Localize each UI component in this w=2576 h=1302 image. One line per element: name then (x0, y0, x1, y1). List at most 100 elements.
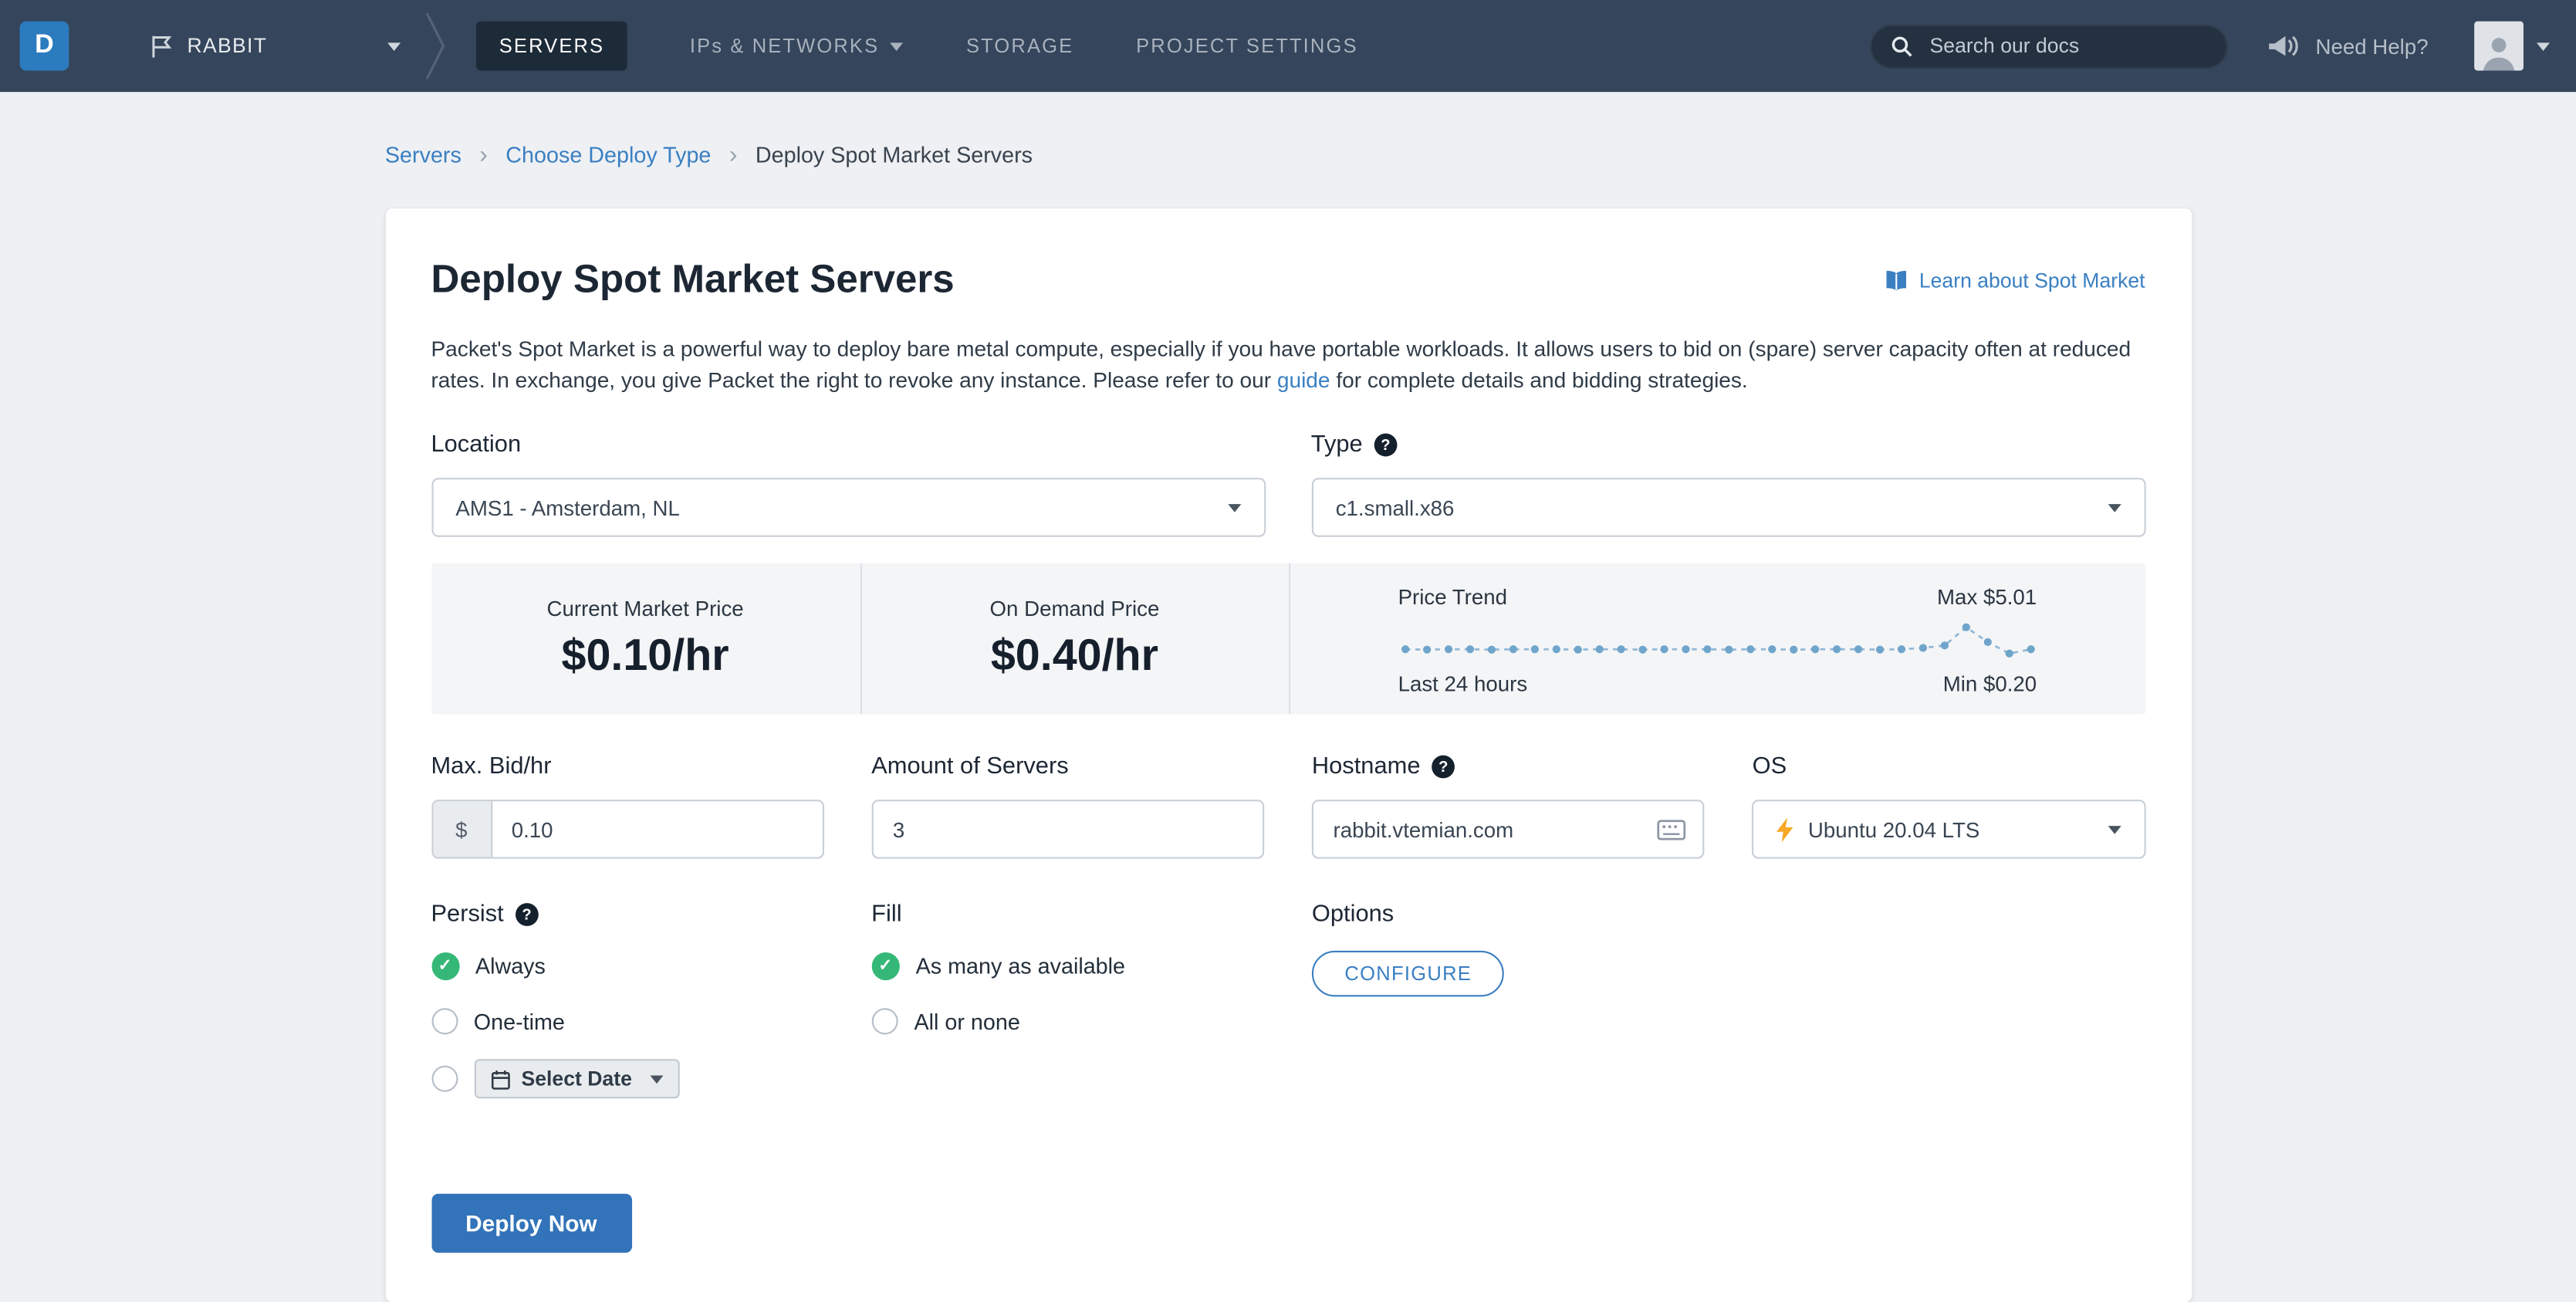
persist-option-date[interactable]: Select Date (431, 1059, 823, 1099)
need-help-label: Need Help? (2315, 33, 2429, 59)
max-bid-field: Max. Bid/hr $ (431, 754, 824, 859)
os-select[interactable]: Ubuntu 20.04 LTS (1752, 800, 2145, 859)
radio-icon (431, 1008, 458, 1035)
page: D RABBIT SERVERS IPs & NETWORKS STORAGE (0, 0, 2576, 1302)
nav-item-label: IPs & NETWORKS (689, 34, 880, 58)
hostname-input-group (1311, 800, 1705, 859)
need-help[interactable]: Need Help? (2268, 33, 2429, 59)
label-text: Persist (431, 901, 504, 928)
option-label: All or none (914, 1009, 1020, 1034)
amount-input-group (871, 800, 1265, 859)
chevron-down-icon (2536, 42, 2551, 50)
radio-icon (871, 1008, 898, 1035)
hostname-field: Hostname ? (1311, 754, 1705, 859)
app-logo[interactable]: D (19, 21, 69, 71)
chevron-right-icon: › (729, 140, 738, 170)
guide-link[interactable]: guide (1277, 368, 1330, 393)
search-input[interactable] (1926, 32, 2208, 59)
type-label: Type ? (1311, 432, 2145, 458)
nav-item-ips-networks[interactable]: IPs & NETWORKS (689, 34, 904, 58)
price-trend-chart (1400, 623, 2034, 658)
nav-item-storage[interactable]: STORAGE (966, 35, 1073, 58)
intro-text: for complete details and bidding strateg… (1330, 367, 1748, 393)
project-flag-icon (151, 34, 173, 59)
megaphone-icon (2268, 33, 2301, 59)
fill-label: Fill (871, 901, 1264, 928)
book-icon (1885, 269, 1908, 293)
location-select[interactable]: AMS1 - Amsterdam, NL (431, 478, 1266, 537)
type-field: Type ? c1.small.x86 (1310, 432, 2145, 537)
breadcrumb-current: Deploy Spot Market Servers (755, 143, 1033, 168)
calendar-icon (490, 1068, 510, 1090)
breadcrumb: Servers › Choose Deploy Type › Deploy Sp… (385, 141, 2191, 169)
os-value: Ubuntu 20.04 LTS (1807, 817, 1980, 842)
chevron-down-icon (2107, 503, 2121, 512)
hostname-input[interactable] (1313, 817, 1703, 842)
navbar-right: Need Help? (1870, 21, 2551, 71)
fill-option-all-or-none[interactable]: All or none (871, 1003, 1264, 1040)
persist-option-one-time[interactable]: One-time (431, 1003, 823, 1040)
learn-spot-market-link[interactable]: Learn about Spot Market (1885, 269, 2145, 293)
price-label: Current Market Price (546, 596, 744, 621)
breadcrumb-servers[interactable]: Servers (385, 143, 461, 167)
nav-item-label: SERVERS (499, 34, 605, 58)
label-text: Amount of Servers (871, 753, 1069, 780)
os-label: OS (1753, 754, 2145, 780)
help-icon[interactable]: ? (515, 903, 539, 926)
check-circle-icon: ✓ (871, 951, 900, 980)
nav-item-servers[interactable]: SERVERS (475, 21, 628, 71)
options-label: Options (1312, 901, 1705, 928)
chevron-down-icon (650, 1074, 664, 1084)
select-date-label: Select Date (521, 1067, 632, 1091)
learn-link-label: Learn about Spot Market (1918, 269, 2145, 293)
configure-button[interactable]: CONFIGURE (1311, 950, 1505, 997)
max-bid-label: Max. Bid/hr (431, 754, 823, 780)
help-icon[interactable]: ? (1374, 433, 1398, 457)
option-label: As many as available (915, 953, 1126, 978)
chevron-down-icon (1227, 503, 1241, 512)
type-value: c1.small.x86 (1335, 495, 1455, 520)
type-select[interactable]: c1.small.x86 (1310, 478, 2145, 537)
intro-paragraph: Packet's Spot Market is a powerful way t… (431, 333, 2145, 396)
persist-label: Persist ? (431, 901, 823, 928)
main-nav: SERVERS IPs & NETWORKS STORAGE PROJECT S… (475, 21, 1358, 71)
navbar-separator-icon (424, 10, 447, 83)
persist-option-always[interactable]: ✓ Always (431, 948, 823, 984)
help-icon[interactable]: ? (1432, 755, 1455, 779)
select-date-button[interactable]: Select Date (473, 1059, 680, 1099)
fill-field: Fill ✓ As many as available All or none (871, 901, 1264, 1098)
label-text: Fill (871, 901, 902, 928)
trend-min: Min $0.20 (1942, 671, 2037, 697)
location-label: Location (431, 432, 1265, 458)
deploy-now-button[interactable]: Deploy Now (431, 1193, 632, 1253)
breadcrumb-choose-deploy-type[interactable]: Choose Deploy Type (505, 143, 711, 167)
check-circle-icon: ✓ (431, 951, 459, 980)
option-label: One-time (473, 1009, 565, 1034)
user-menu[interactable] (2474, 21, 2551, 71)
search-icon (1892, 36, 1914, 57)
price-trend: Price Trend Max $5.01 Last 24 hours Min … (1288, 563, 2145, 715)
amount-field: Amount of Servers (871, 753, 1265, 859)
nav-item-label: STORAGE (966, 34, 1074, 58)
price-value: $0.10/hr (561, 630, 729, 680)
persist-field: Persist ? ✓ Always One-time Select Date (431, 901, 823, 1099)
top-navbar: D RABBIT SERVERS IPs & NETWORKS STORAGE (0, 0, 2576, 93)
label-text: Location (431, 431, 522, 458)
chevron-down-icon (2107, 825, 2121, 834)
os-field: OS Ubuntu 20.04 LTS (1752, 754, 2145, 859)
label-text: Options (1311, 901, 1394, 928)
price-value: $0.40/hr (990, 630, 1159, 680)
avatar (2474, 21, 2524, 71)
lightning-bolt-icon (1776, 817, 1794, 842)
project-selector[interactable]: RABBIT (151, 34, 401, 59)
label-text: Max. Bid/hr (431, 753, 552, 780)
max-bid-input-group: $ (431, 800, 824, 859)
chevron-down-icon (387, 42, 401, 50)
amount-input[interactable] (873, 817, 1263, 842)
price-label: On Demand Price (989, 596, 1160, 621)
trend-label: Price Trend (1398, 584, 1508, 610)
nav-item-project-settings[interactable]: PROJECT SETTINGS (1136, 35, 1358, 58)
max-bid-input[interactable] (492, 817, 823, 842)
fill-option-as-many[interactable]: ✓ As many as available (871, 948, 1264, 984)
docs-search[interactable] (1870, 23, 2229, 69)
